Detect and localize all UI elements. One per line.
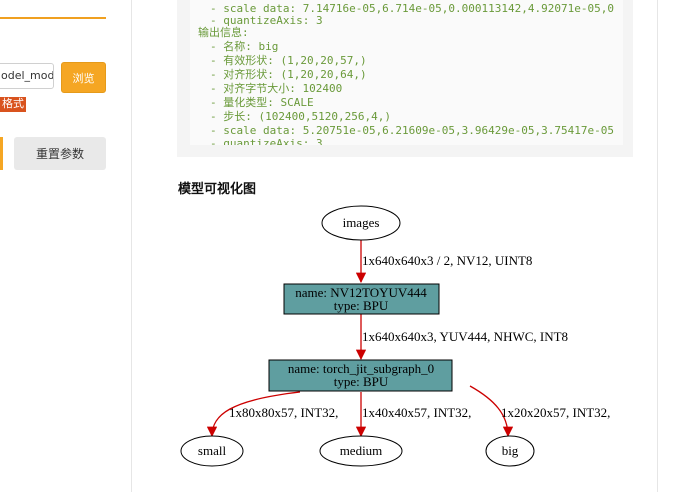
browse-button[interactable]: 浏览 (61, 62, 106, 93)
edge-label: 1x640x640x3 / 2, NV12, UINT8 (362, 253, 532, 268)
model-path-input[interactable]: odel_modif (0, 63, 54, 89)
model-info-text[interactable]: - scale data: 7.14716e-05,6.714e-05,0.00… (190, 0, 623, 145)
node-type: type: BPU (334, 374, 389, 389)
tab-underline (0, 17, 106, 19)
node-type: type: BPU (334, 298, 389, 313)
edge-label: 1x20x20x57, INT32, (501, 405, 610, 420)
section-title: 模型可视化图 (178, 181, 257, 196)
node-images-label: images (343, 215, 380, 230)
panel-divider (657, 0, 658, 492)
edge-label: 1x40x40x57, INT32, (362, 405, 471, 420)
node-big-label: big (502, 443, 519, 458)
code-line: - scale data: 5.20751e-05,6.21609e-05,3.… (210, 124, 614, 137)
code-line: - 量化类型: SCALE (210, 96, 314, 109)
left-panel: odel_modif 浏览 格式 重置参数 (0, 0, 132, 492)
primary-button-edge[interactable] (0, 137, 3, 170)
code-line: - 步长: (102400,5120,256,4,) (210, 110, 391, 123)
edge-label: 1x640x640x3, YUV444, NHWC, INT8 (362, 329, 568, 344)
node-medium-label: medium (340, 443, 383, 458)
code-line: - 有效形状: (1,20,20,57,) (210, 54, 367, 67)
code-line: - 对齐形状: (1,20,20,64,) (210, 68, 367, 81)
code-line: - 名称: big (210, 40, 279, 53)
code-line: 输出信息: (198, 26, 249, 39)
format-tag: 格式 (0, 97, 26, 112)
code-line: - quantizeAxis: 3 (210, 137, 323, 145)
model-graph: 1x640x640x3 / 2, NV12, UINT8 1x640x640x3… (180, 205, 610, 467)
code-line: - 对齐字节大小: 102400 (210, 82, 343, 95)
reset-params-button[interactable]: 重置参数 (14, 137, 106, 170)
node-small-label: small (198, 443, 227, 458)
edge-label: 1x80x80x57, INT32, (229, 405, 338, 420)
